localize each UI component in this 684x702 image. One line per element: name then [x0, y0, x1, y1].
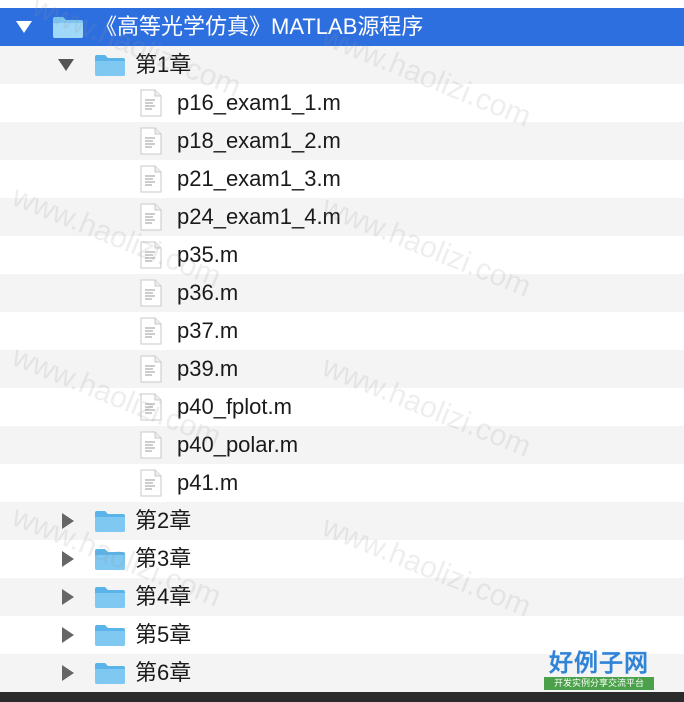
folder-icon [95, 511, 125, 532]
document-icon [140, 393, 162, 421]
file-row[interactable]: p40_polar.m [0, 426, 684, 464]
folder-icon [95, 663, 125, 684]
file-name: p41.m [177, 470, 239, 495]
document-icon [140, 279, 162, 307]
file-name: p40_fplot.m [177, 394, 292, 419]
document-icon [140, 317, 162, 345]
file-row[interactable]: p39.m [0, 350, 684, 388]
disclosure-collapsed-icon[interactable] [60, 627, 76, 643]
file-row[interactable]: p35.m [0, 236, 684, 274]
document-icon [140, 431, 162, 459]
folder-icon [95, 625, 125, 646]
tree-row-chapter-4[interactable]: 第4章 [0, 578, 684, 616]
file-name: p37.m [177, 318, 239, 343]
folder-icon [95, 55, 125, 76]
clipped-previous-row [0, 0, 684, 8]
file-tree: 《高等光学仿真》MATLAB源程序 第1章 p16_exam1_1.m p18_e… [0, 0, 684, 692]
logo-subtitle: 开发实例分享交流平台 [544, 677, 654, 690]
chapter-label: 第6章 [135, 660, 192, 685]
chapter-label: 第2章 [135, 508, 192, 533]
disclosure-collapsed-icon[interactable] [60, 513, 76, 529]
file-name: p18_exam1_2.m [177, 128, 341, 153]
disclosure-collapsed-icon[interactable] [60, 551, 76, 567]
file-name: p35.m [177, 242, 239, 267]
chapter-label: 第1章 [135, 52, 192, 77]
root-folder-label: 《高等光学仿真》MATLAB源程序 [95, 14, 424, 39]
chapter-label: 第4章 [135, 584, 192, 609]
chapter-label: 第5章 [135, 622, 192, 647]
document-icon [140, 355, 162, 383]
document-icon [140, 241, 162, 269]
file-name: p16_exam1_1.m [177, 90, 341, 115]
file-name: p39.m [177, 356, 239, 381]
file-name: p36.m [177, 280, 239, 305]
bottom-edge [0, 692, 684, 702]
tree-row-chapter-2[interactable]: 第2章 [0, 502, 684, 540]
file-row[interactable]: p36.m [0, 274, 684, 312]
logo-title: 好例子网 [549, 648, 649, 677]
file-name: p21_exam1_3.m [177, 166, 341, 191]
file-row[interactable]: p16_exam1_1.m [0, 84, 684, 122]
tree-row-chapter-3[interactable]: 第3章 [0, 540, 684, 578]
disclosure-collapsed-icon[interactable] [60, 665, 76, 681]
file-row[interactable]: p40_fplot.m [0, 388, 684, 426]
tree-row-chapter-1[interactable]: 第1章 [0, 46, 684, 84]
disclosure-expanded-icon[interactable] [16, 19, 32, 35]
file-row[interactable]: p37.m [0, 312, 684, 350]
file-row[interactable]: p18_exam1_2.m [0, 122, 684, 160]
document-icon [140, 89, 162, 117]
document-icon [140, 203, 162, 231]
folder-icon [95, 587, 125, 608]
disclosure-collapsed-icon[interactable] [60, 589, 76, 605]
folder-icon [53, 17, 83, 38]
file-name: p24_exam1_4.m [177, 204, 341, 229]
document-icon [140, 127, 162, 155]
chapter-label: 第3章 [135, 546, 192, 571]
disclosure-expanded-icon[interactable] [58, 57, 74, 73]
document-icon [140, 469, 162, 497]
file-row[interactable]: p21_exam1_3.m [0, 160, 684, 198]
folder-icon [95, 549, 125, 570]
file-name: p40_polar.m [177, 432, 299, 457]
document-icon [140, 165, 162, 193]
file-row[interactable]: p41.m [0, 464, 684, 502]
file-row[interactable]: p24_exam1_4.m [0, 198, 684, 236]
site-logo: 好例子网 开发实例分享交流平台 [543, 650, 655, 692]
tree-row-root[interactable]: 《高等光学仿真》MATLAB源程序 [0, 8, 684, 46]
